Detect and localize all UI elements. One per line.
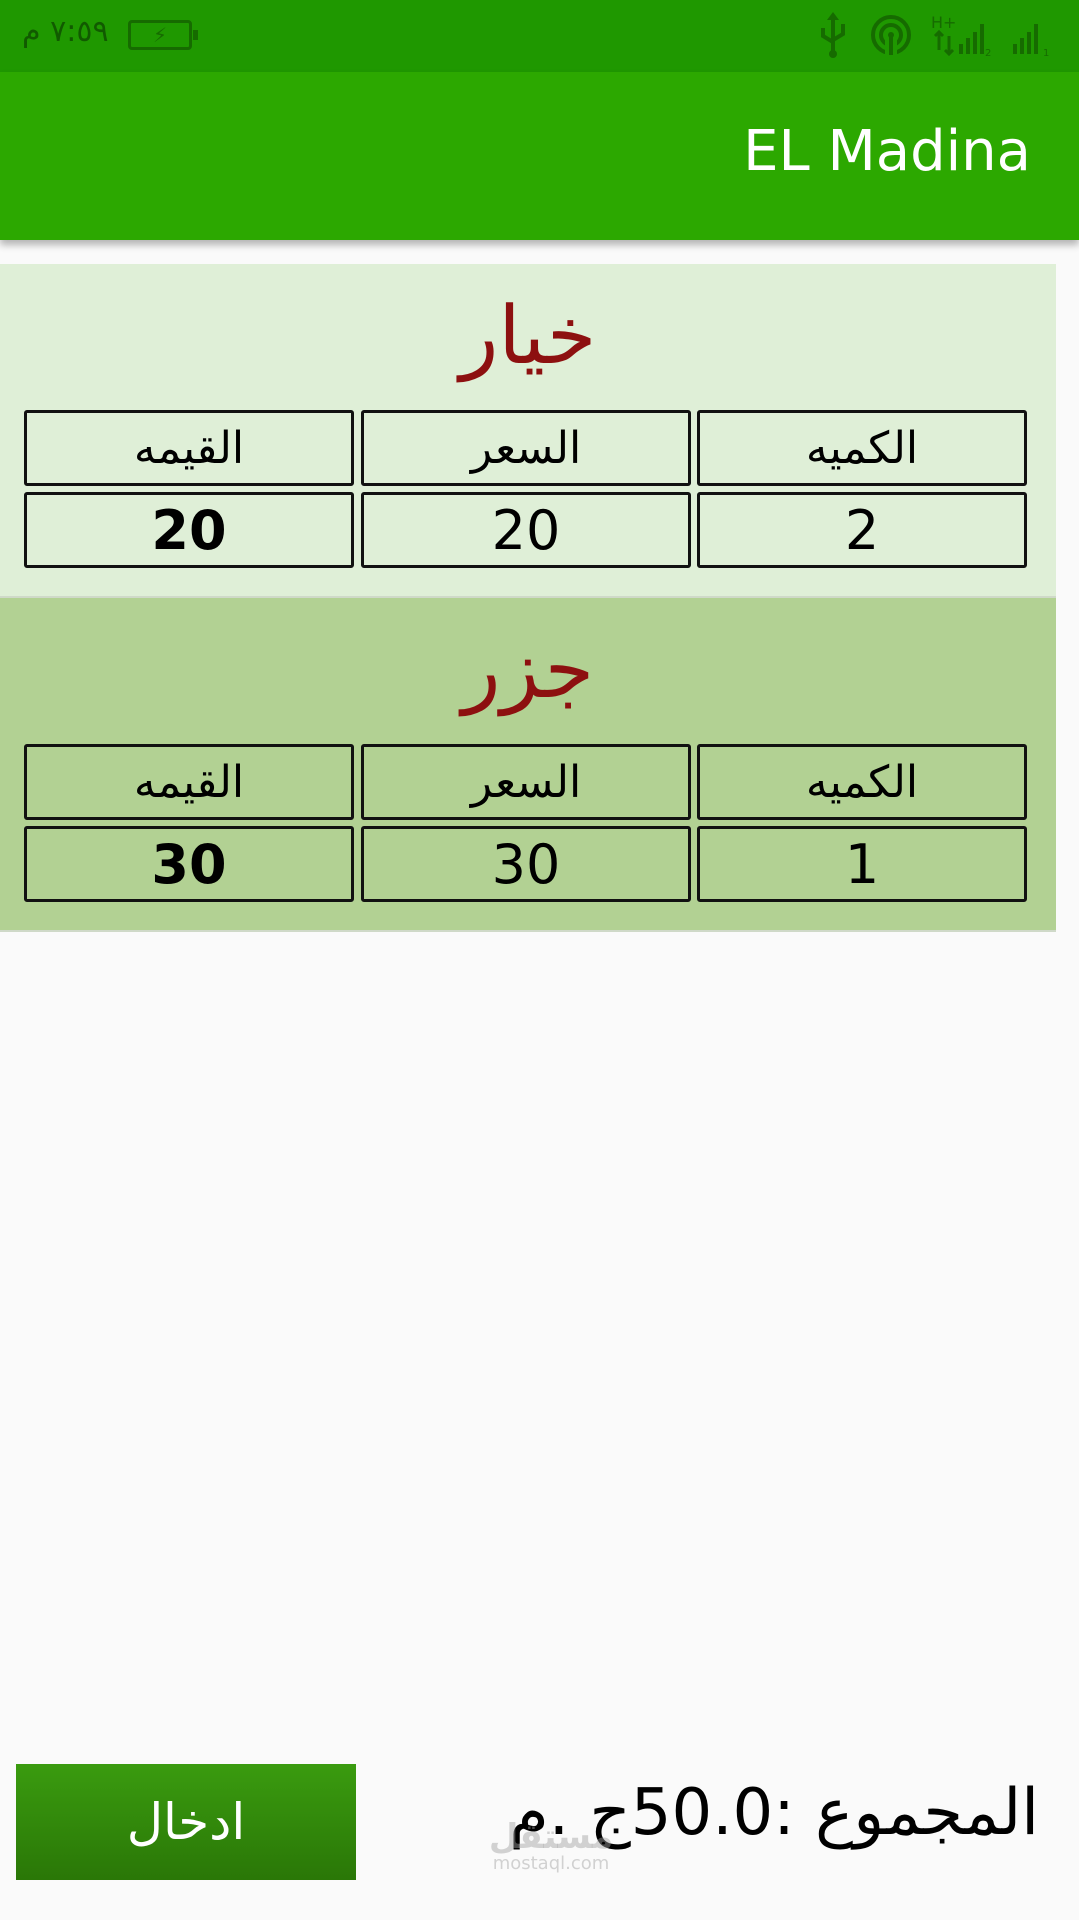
value-cell: 30	[24, 826, 354, 902]
svg-text:2: 2	[985, 48, 991, 58]
item-name: خيار	[459, 289, 597, 382]
app-title: EL Madina	[743, 119, 1031, 184]
battery-charging-icon: ⚡	[128, 20, 198, 50]
network-type-label: H+	[931, 13, 956, 32]
status-icons: H+ 2 1	[815, 10, 1059, 60]
submit-button[interactable]: ادخال	[16, 1764, 356, 1880]
usb-icon	[815, 12, 851, 58]
watermark-url: mostaql.com	[492, 1853, 610, 1874]
value-header: القيمه	[24, 410, 354, 486]
item-card: خيار القيمه السعر الكميه 20 20 2	[0, 264, 1056, 598]
item-card: جزر القيمه السعر الكميه 30 30 1	[0, 598, 1056, 932]
quantity-cell: 2	[697, 492, 1027, 568]
quantity-header: الكميه	[697, 744, 1027, 820]
svg-text:1: 1	[1043, 48, 1049, 58]
status-time: ٧:٥٩ م	[22, 14, 109, 49]
card-divider	[0, 930, 1056, 932]
price-header: السعر	[361, 744, 691, 820]
value-cell: 20	[24, 492, 354, 568]
price-cell: 30	[361, 826, 691, 902]
quantity-header: الكميه	[697, 410, 1027, 486]
watermark-logo: مستقل	[488, 1817, 614, 1857]
hotspot-icon	[869, 13, 913, 57]
price-header: السعر	[361, 410, 691, 486]
item-name: جزر	[461, 623, 595, 716]
item-table: القيمه السعر الكميه 30 30 1	[24, 744, 1032, 904]
signal-hplus-icon: H+ 2	[931, 12, 991, 58]
signal-1-icon: 1	[1009, 12, 1059, 58]
status-bar: ٧:٥٩ م ⚡ H+ 2 1	[0, 0, 1079, 72]
value-header: القيمه	[24, 744, 354, 820]
watermark: مستقل mostaql.com	[486, 1820, 616, 1874]
price-cell: 20	[361, 492, 691, 568]
quantity-cell: 1	[697, 826, 1027, 902]
item-table: القيمه السعر الكميه 20 20 2	[24, 410, 1032, 570]
app-bar: EL Madina	[0, 72, 1079, 240]
